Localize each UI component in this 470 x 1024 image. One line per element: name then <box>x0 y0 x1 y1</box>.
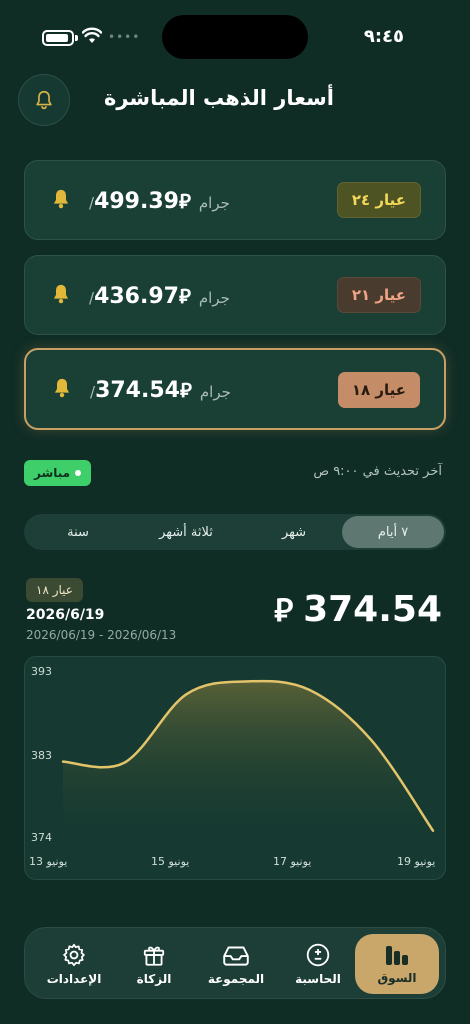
chart-area-fill <box>63 681 433 835</box>
live-badge: مباشر <box>24 460 92 486</box>
page-title: أسعار الذهب المباشرة <box>103 86 334 110</box>
x-tick-label: 17 يونيو <box>273 855 311 868</box>
x-tick-label: 19 يونيو <box>397 855 435 868</box>
tab-seven-days[interactable]: ٧ أيام <box>342 516 444 548</box>
karat-card-21[interactable]: /جرام⃁436.97 عيار ٢١ <box>24 255 446 335</box>
gift-icon <box>143 946 165 966</box>
nav-calculator[interactable]: الحاسبة <box>277 928 359 1000</box>
nav-settings[interactable]: الإعدادات <box>33 928 115 1000</box>
y-tick-label: 374 <box>31 831 52 844</box>
y-tick-label: 383 <box>31 749 52 762</box>
status-time: ٩:٤٥ <box>363 26 404 47</box>
karat-price: /جرام⃁436.97 <box>89 284 230 309</box>
notifications-button[interactable] <box>18 74 70 126</box>
nav-label: الإعدادات <box>46 972 102 986</box>
karat-badge: عيار ٢٤ <box>336 182 421 218</box>
nav-label: الزكاة <box>136 972 172 986</box>
chart-date: 2026/6/19 <box>26 607 105 623</box>
calculator-icon <box>306 943 330 967</box>
tab-year[interactable]: سنة <box>28 514 128 550</box>
price-chart-svg: 393 383 374 13 يونيو 15 يونيو 17 يونيو 1… <box>29 665 435 868</box>
last-update-text: آخر تحديث في ٩:٠٠ ص <box>313 464 442 479</box>
bar-chart-icon <box>386 946 408 965</box>
period-tabs: سنة ثلاثة أشهر شهر ٧ أيام <box>24 514 446 550</box>
nav-zakat[interactable]: الزكاة <box>113 928 195 1000</box>
price-chart[interactable]: 393 383 374 13 يونيو 15 يونيو 17 يونيو 1… <box>24 656 446 880</box>
nav-market[interactable]: السوق <box>355 934 439 994</box>
status-bar: •••• ٩:٤٥ <box>0 0 470 70</box>
karat-card-24[interactable]: /جرام⃁499.39 عيار ٢٤ <box>24 160 446 240</box>
dynamic-island <box>162 15 308 59</box>
karat-badge: عيار ١٨ <box>337 372 420 408</box>
battery-icon <box>42 30 74 46</box>
battery-tip <box>75 35 78 41</box>
wifi-icon <box>82 27 102 43</box>
chart-date-range: 2026/06/19 - 2026/06/13 <box>26 628 177 642</box>
tab-three-months[interactable]: ثلاثة أشهر <box>130 514 242 550</box>
chart-karat-badge: عيار ١٨ <box>26 578 83 602</box>
bottom-nav: الإعدادات الزكاة المجموعة الحاسبة السوق <box>24 927 446 999</box>
karat-badge: عيار ٢١ <box>336 277 421 313</box>
bell-icon[interactable] <box>51 188 71 210</box>
karat-card-18[interactable]: /جرام⃁374.54 عيار ١٨ <box>24 348 446 430</box>
y-tick-label: 393 <box>31 665 52 678</box>
bell-icon[interactable] <box>51 283 71 305</box>
nav-label: المجموعة <box>207 972 265 986</box>
nav-label: الحاسبة <box>295 972 341 986</box>
tab-month[interactable]: شهر <box>244 514 344 550</box>
karat-price: /جرام⃁499.39 <box>89 189 230 214</box>
signal-icon: •••• <box>108 30 141 44</box>
x-tick-label: 15 يونيو <box>151 855 189 868</box>
live-dot-icon <box>75 470 82 476</box>
chart-current-price: ⃁ 374.54 <box>274 589 442 630</box>
karat-price: /جرام⃁374.54 <box>90 378 231 403</box>
x-tick-label: 13 يونيو <box>29 855 67 868</box>
bell-icon[interactable] <box>52 377 72 399</box>
nav-label: السوق <box>377 971 417 985</box>
tray-icon <box>223 946 249 966</box>
bell-icon <box>36 90 52 110</box>
nav-collection[interactable]: المجموعة <box>195 928 277 1000</box>
gear-icon <box>63 943 85 967</box>
